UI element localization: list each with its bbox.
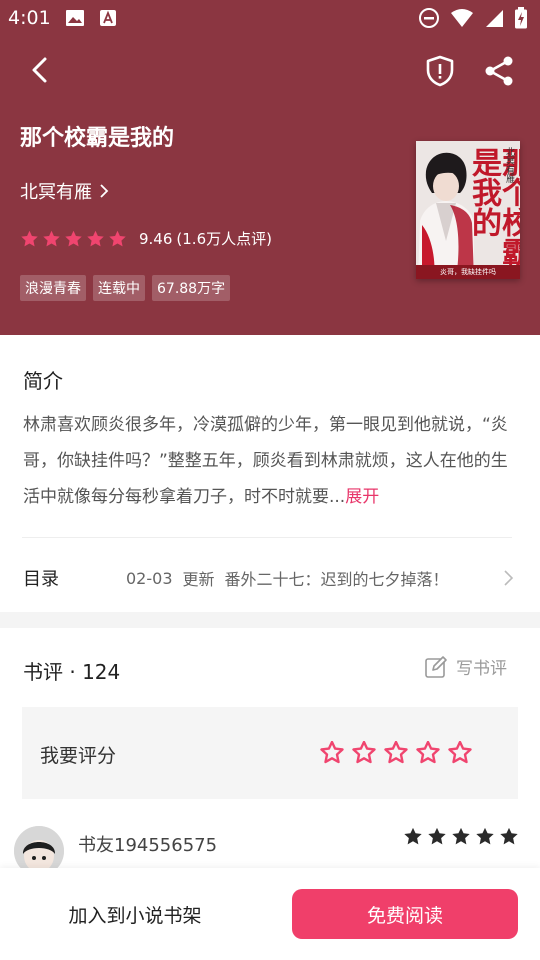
toc-update-date: 02-03 — [126, 568, 173, 588]
star-filled-icon — [476, 827, 494, 845]
tag-genre[interactable]: 浪漫青春 — [20, 275, 86, 301]
toc-label: 目录 — [23, 569, 59, 590]
share-icon[interactable] — [482, 54, 516, 88]
edit-pencil-icon — [425, 655, 447, 678]
star-filled-icon — [43, 230, 60, 246]
comment-username[interactable]: 书友194556575 — [78, 831, 217, 857]
rating-count: (1.6万人点评) — [176, 230, 272, 248]
intro-heading: 简介 — [23, 369, 63, 393]
status-bar: 4:01 — [0, 0, 540, 36]
comment-rating-stars — [403, 827, 519, 846]
table-of-contents-row[interactable]: 目录 02-03 更新 番外二十七：迟到的七夕掉落！ — [23, 563, 515, 593]
star-outline-icon[interactable] — [416, 741, 440, 764]
chevron-right-icon — [504, 570, 514, 586]
star-filled-icon — [404, 827, 422, 845]
rate-label: 我要评分 — [40, 745, 117, 767]
star-filled-icon — [428, 827, 446, 845]
toc-update-label: 更新 — [182, 570, 215, 589]
do-not-disturb-icon — [419, 8, 439, 28]
star-filled-icon — [500, 827, 518, 845]
star-outline-icon[interactable] — [448, 741, 472, 764]
star-filled-icon — [65, 230, 82, 246]
write-review-button[interactable]: 写书评 — [424, 654, 507, 679]
write-review-label: 写书评 — [456, 659, 507, 679]
star-filled-icon — [21, 230, 38, 246]
chevron-right-icon — [100, 184, 109, 198]
star-outline-icon[interactable] — [320, 741, 344, 764]
author-link[interactable]: 北冥有雁 — [20, 178, 110, 204]
back-arrow-icon[interactable] — [24, 54, 56, 86]
book-cover[interactable]: 那个校霸是我的 北冥有雁 炎哥，我缺挂件吗 — [416, 141, 520, 279]
intro-section: 简介 林肃喜欢顾炎很多年，冷漠孤僻的少年，第一眼见到他就说，“炎哥，你缺挂件吗？… — [0, 335, 540, 612]
reviews-heading: 书评 · 124 — [23, 660, 121, 684]
top-nav — [0, 48, 540, 92]
app-notification-icon — [99, 10, 116, 26]
divider — [22, 537, 512, 538]
book-header: 4:01 那个校霸是我的 北冥有雁 9.46 (1.6万人点评) 浪漫青春 连载… — [0, 0, 540, 335]
star-filled-icon — [87, 230, 104, 246]
status-time: 4:01 — [8, 7, 51, 29]
tag-status: 连载中 — [93, 275, 145, 301]
rate-stars — [320, 741, 472, 764]
expand-link[interactable]: 展开 — [345, 487, 379, 507]
rating-row: 9.46 (1.6万人点评) — [20, 228, 272, 249]
comment-item: 书友194556575 — [0, 823, 540, 876]
star-outline-icon[interactable] — [384, 741, 408, 764]
book-tags: 浪漫青春 连载中 67.88万字 — [20, 275, 231, 301]
intro-body: 林肃喜欢顾炎很多年，冷漠孤僻的少年，第一眼见到他就说，“炎哥，你缺挂件吗？”整整… — [23, 415, 508, 507]
star-outline-icon[interactable] — [352, 741, 376, 764]
star-filled-icon — [109, 230, 126, 246]
battery-charging-icon — [515, 7, 527, 29]
book-title: 那个校霸是我的 — [20, 126, 175, 151]
star-filled-icon — [452, 827, 470, 845]
author-name: 北冥有雁 — [20, 182, 92, 203]
report-shield-icon[interactable] — [423, 54, 457, 88]
toc-latest-chapter: 番外二十七：迟到的七夕掉落！ — [224, 570, 449, 589]
image-notification-icon — [65, 10, 84, 26]
rate-box: 我要评分 — [22, 707, 518, 799]
rating-stars — [20, 230, 127, 248]
intro-text: 林肃喜欢顾炎很多年，冷漠孤僻的少年，第一眼见到他就说，“炎哥，你缺挂件吗？”整整… — [23, 407, 513, 515]
cover-bottom-text: 炎哥，我缺挂件吗 — [416, 265, 520, 279]
rating-score: 9.46 — [139, 229, 173, 248]
tag-word-count: 67.88万字 — [152, 275, 231, 301]
bottom-action-bar: 加入到小说书架 免费阅读 — [0, 868, 540, 960]
cover-author: 北冥有雁 — [504, 147, 514, 183]
wifi-icon — [451, 9, 473, 27]
add-to-shelf-button[interactable]: 加入到小说书架 — [22, 890, 248, 938]
signal-icon — [486, 10, 503, 27]
free-read-button[interactable]: 免费阅读 — [292, 889, 518, 939]
